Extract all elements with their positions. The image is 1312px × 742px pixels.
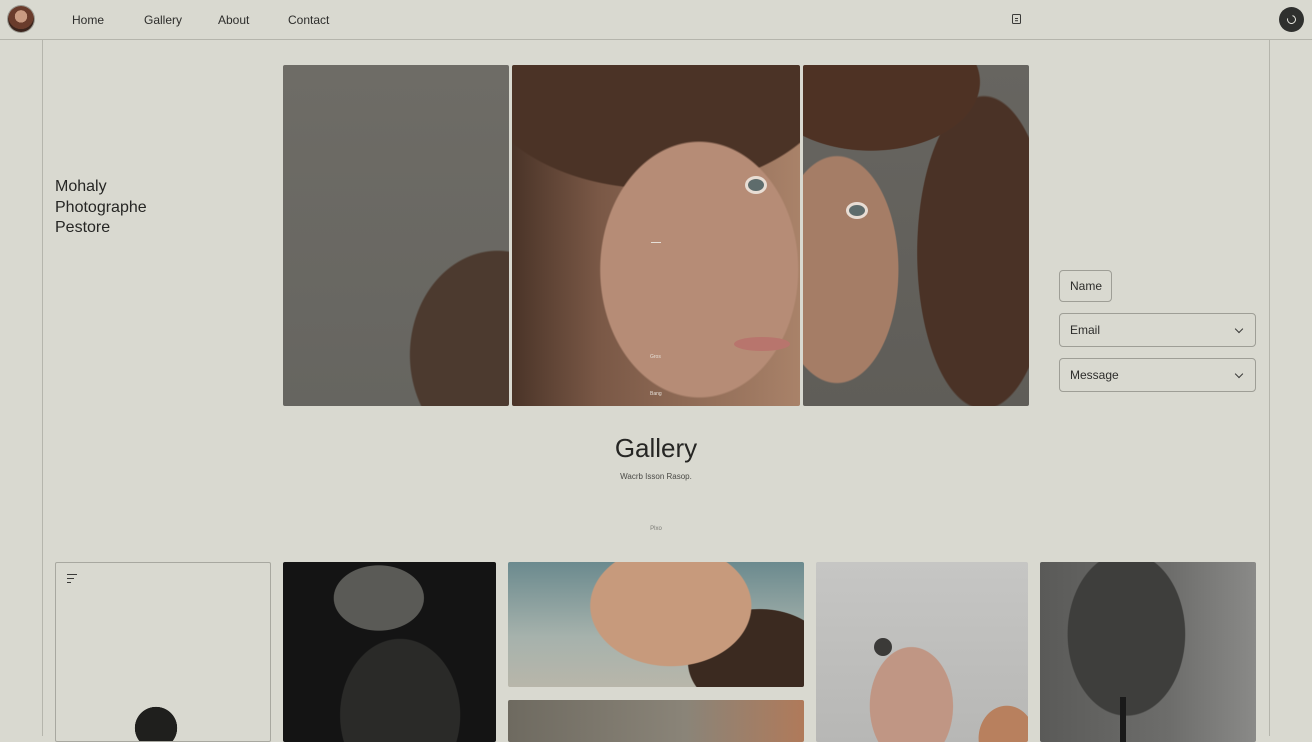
filter-icon[interactable] — [67, 574, 77, 584]
gallery-title: Gallery — [614, 433, 698, 463]
avatar[interactable] — [8, 6, 34, 32]
hero-line-3: Pestore — [55, 219, 111, 236]
nav-gallery[interactable]: Gallery — [144, 13, 182, 27]
hero-photo-right[interactable] — [803, 65, 1029, 406]
portrait-eye — [849, 205, 865, 216]
document-icon[interactable] — [1012, 14, 1021, 24]
message-field-label: Message — [1070, 368, 1119, 382]
name-field[interactable]: Name — [1059, 270, 1112, 302]
header-divider — [0, 39, 1312, 40]
email-field[interactable]: Email — [1059, 313, 1256, 347]
nav-home[interactable]: Home — [72, 13, 104, 27]
message-field[interactable]: Message — [1059, 358, 1256, 392]
portrait-lips — [734, 337, 790, 351]
gallery-photo-hand[interactable] — [816, 562, 1028, 742]
left-frame-line — [42, 40, 43, 736]
email-field-label: Email — [1070, 323, 1101, 337]
hero-title: Mohaly Photographe Pestore — [55, 177, 147, 239]
right-frame-line — [1269, 40, 1270, 736]
nav-contact[interactable]: Contact — [288, 13, 329, 27]
nav-about[interactable]: About — [218, 13, 249, 27]
hero-line-1: Mohaly — [55, 178, 107, 195]
hero-divider — [651, 242, 661, 243]
gallery-card-filter[interactable] — [55, 562, 271, 742]
chevron-down-icon — [1234, 369, 1244, 379]
gallery-photo-hair[interactable] — [1040, 562, 1256, 742]
ring-detail — [874, 638, 892, 656]
gallery-photo-bust[interactable] — [283, 562, 496, 742]
top-bar: Home Gallery About Contact — [0, 0, 1312, 39]
hero-line-2: Photographe — [55, 198, 147, 216]
chevron-down-icon — [1234, 324, 1244, 334]
hero-photo-left[interactable] — [283, 65, 509, 406]
photo-caption-2: Bang — [650, 391, 662, 397]
portrait-eye — [748, 179, 764, 191]
photo-caption-1: Gros — [650, 354, 661, 360]
gallery-photo-profile[interactable] — [508, 562, 804, 687]
profile-button[interactable] — [1279, 7, 1304, 32]
gallery-subtitle: Wacrb Isson Rasop. — [620, 472, 692, 481]
gallery-small-label: Plxo — [650, 526, 662, 532]
hand-sculpture-image — [126, 698, 186, 741]
name-field-label: Name — [1070, 279, 1103, 293]
